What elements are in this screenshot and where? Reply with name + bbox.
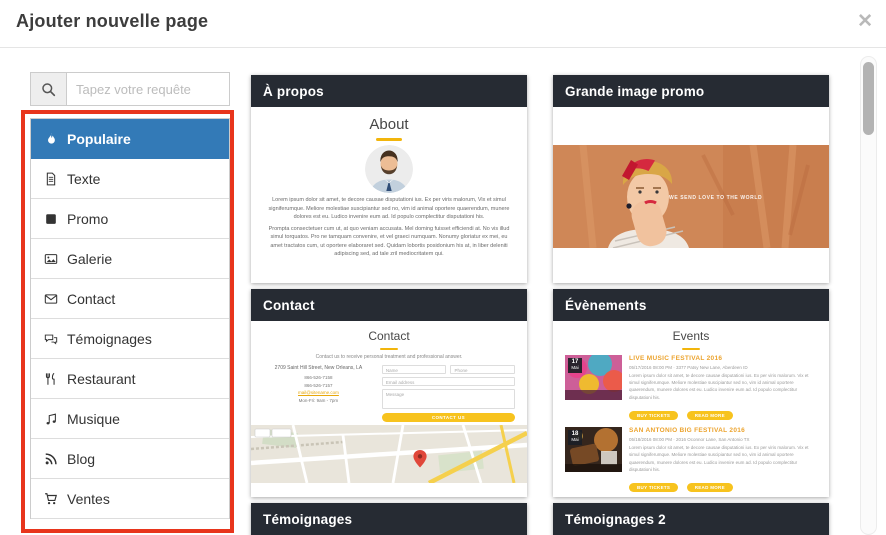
phone-field: Phone [450,365,515,374]
preview-heading: Events [553,321,829,343]
name-field: Name [382,365,447,374]
template-card-events[interactable]: Évènements Events 17 Mai [553,289,829,497]
contact-form-preview: Name Phone Email address Message CONTACT… [382,365,515,422]
fire-icon [44,132,58,146]
contact-info-block: 2709 Saint Hill Street, New Orleans, LA … [263,365,374,422]
avatar [365,145,413,193]
hours-text: Mon-Fri: 9am - 7pm [263,397,374,405]
template-preview-contact: Contact Contact us to receive personal t… [251,321,527,497]
accent-underline [376,138,402,141]
sidebar-item-blog[interactable]: Blog [31,439,229,479]
preview-paragraph: Lorem ipsum dolor sit amet, te decore ca… [267,196,511,222]
template-preview-events: Events 17 Mai [553,321,829,497]
template-card-contact[interactable]: Contact Contact Contact us to receive pe… [251,289,527,497]
music-icon [44,412,58,426]
read-more-button: READ MORE [687,411,733,420]
sidebar-item-contact[interactable]: Contact [31,279,229,319]
rss-icon [44,452,58,466]
email-field: Email address [382,377,515,386]
search-input[interactable] [66,72,230,106]
template-card-promo[interactable]: Grande image promo [553,75,829,283]
event-item: 17 Mai LIVE MUSIC FESTIVAL 2016 05/17/20… [565,355,817,422]
event-month: Mai [568,438,582,443]
sidebar-item-label: Restaurant [67,371,135,387]
sidebar-item-label: Contact [67,291,115,307]
comments-icon [44,332,58,346]
event-meta: 05/17/2016 08:00 PM · 3377 Patsy New Lan… [629,365,817,370]
sidebar-item-label: Populaire [67,131,131,147]
sidebar-item-restaurant[interactable]: Restaurant [31,359,229,399]
promo-overlay-text: WE SEND LOVE TO THE WORLD [669,195,762,201]
template-card-about[interactable]: À propos About Lorem ipsum dolor sit ame… [251,75,527,283]
template-card-title: Grande image promo [553,75,829,107]
template-card-title: À propos [251,75,527,107]
preview-heading: About [251,107,527,133]
close-icon[interactable]: ✕ [857,9,873,36]
map-preview [251,425,527,483]
preview-heading: Contact [251,321,527,343]
event-month: Mai [568,366,582,371]
sidebar-item-ventes[interactable]: Ventes [31,479,229,519]
phone-text: 866-526-7158 [263,374,374,382]
search-icon [30,72,66,106]
event-thumbnail: 17 Mai [565,355,622,400]
sidebar-item-temoignages[interactable]: Témoignages [31,319,229,359]
message-field: Message [382,389,515,409]
sidebar-item-label: Ventes [67,491,110,507]
search-bar [30,72,230,106]
image-icon [44,252,58,266]
add-page-modal: Ajouter nouvelle page ✕ Populaire Texte … [0,0,886,535]
event-date-badge: 18 Mai [568,430,582,445]
event-date-badge: 17 Mai [568,358,582,373]
page-title: Ajouter nouvelle page [16,11,208,32]
template-preview-about: About Lorem ipsum dolor sit amet, te dec… [251,107,527,283]
event-excerpt: Lorem ipsum dolor sit amet, te decore ca… [629,372,817,402]
square-icon [44,212,58,226]
event-title: LIVE MUSIC FESTIVAL 2016 [629,355,817,362]
accent-underline [682,348,700,350]
sidebar-item-label: Galerie [67,251,112,267]
template-preview-promo: WE SEND LOVE TO THE WORLD [553,107,829,283]
sidebar-item-label: Blog [67,451,95,467]
sidebar-item-musique[interactable]: Musique [31,399,229,439]
buy-tickets-button: BUY TICKETS [629,411,678,420]
phone-text: 866-526-7157 [263,382,374,390]
sidebar-item-label: Musique [67,411,120,427]
address-text: 2709 Saint Hill Street, New Orleans, LA [263,365,374,371]
template-card-title: Contact [251,289,527,321]
sidebar-item-promo[interactable]: Promo [31,199,229,239]
event-title: SAN ANTONIO BIG FESTIVAL 2016 [629,427,817,434]
envelope-icon [44,292,58,306]
sidebar-item-populaire[interactable]: Populaire [31,119,229,159]
cart-icon [44,492,58,506]
sidebar-item-label: Promo [67,211,108,227]
sidebar-item-galerie[interactable]: Galerie [31,239,229,279]
event-meta: 05/18/2016 08:00 PM · 2016 Oconnor Lane,… [629,437,817,442]
file-text-icon [44,172,58,186]
template-card-title: Témoignages [251,503,527,535]
event-excerpt: Lorem ipsum dolor sit amet, te decore ca… [629,444,817,474]
sidebar-item-label: Témoignages [67,331,152,347]
event-item: 18 Mai SAN ANTONIO BIG FESTIVAL 2016 05/… [565,427,817,494]
buy-tickets-button: BUY TICKETS [629,483,678,492]
scrollbar-thumb[interactable] [863,62,874,135]
submit-button: CONTACT US [382,413,515,422]
accent-underline [380,348,398,350]
category-sidebar: Populaire Texte Promo Galerie Contact Té… [30,118,230,519]
email-link: mail@sitename.com [263,389,374,397]
sidebar-item-label: Texte [67,171,100,187]
preview-subtitle: Contact us to receive personal treatment… [251,354,527,360]
template-card-title: Évènements [553,289,829,321]
template-card-testimonials2[interactable]: Témoignages 2 [553,503,829,535]
template-card-testimonials[interactable]: Témoignages [251,503,527,535]
contact-preview-columns: 2709 Saint Hill Street, New Orleans, LA … [263,365,515,422]
event-thumbnail: 18 Mai [565,427,622,472]
sidebar-item-texte[interactable]: Texte [31,159,229,199]
template-card-title: Témoignages 2 [553,503,829,535]
modal-header: Ajouter nouvelle page ✕ [0,0,886,48]
cutlery-icon [44,372,58,386]
preview-paragraph: Prompta consectetuer cum ut, at quo veni… [267,225,511,259]
read-more-button: READ MORE [687,483,733,492]
